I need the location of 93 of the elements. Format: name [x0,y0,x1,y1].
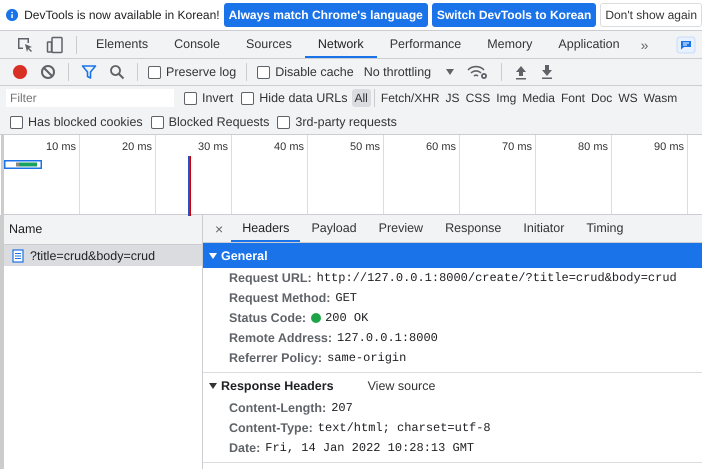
checkbox[interactable] [148,66,161,78]
header-value: same-origin [327,351,406,365]
column-header[interactable]: Name [4,215,202,245]
expand-triangle-icon [209,252,217,260]
header-name: Remote Address: [229,331,332,345]
time-tick-label: 90 ms [654,141,684,153]
checkbox-label[interactable]: Blocked Requests [168,115,270,129]
type-filter-button[interactable]: Doc [588,89,616,107]
header-value: 207 [331,401,353,415]
download-icon[interactable] [540,64,554,80]
section-header[interactable]: Response Headers View source [203,373,702,398]
clear-icon[interactable] [40,64,56,80]
header-name: Content-Length: [229,401,326,415]
view-source-link[interactable]: View source [368,378,436,392]
upload-icon[interactable] [514,64,528,80]
details-tab[interactable]: Preview [368,215,434,242]
device-toolbar-icon[interactable] [46,36,64,54]
header-value: text/html; charset=utf-8 [318,421,491,435]
header-value: 200 OK [325,311,368,325]
throttling-dropdown[interactable]: No throttling [364,65,456,79]
search-icon[interactable] [109,64,125,80]
inspect-element-icon[interactable] [16,36,34,54]
infobar-button[interactable]: Always match Chrome's language [224,3,428,27]
infobar-button[interactable]: Don't show again [600,3,702,27]
record-icon[interactable] [12,64,28,80]
details-tab[interactable]: Timing [575,215,634,242]
panel-tab[interactable]: Sources [232,31,305,58]
checkbox-label[interactable]: 3rd-party requests [295,115,397,129]
time-tick-label: 80 ms [578,141,608,153]
request-waterfall-bar [4,160,42,169]
panel-tab[interactable]: Elements [83,31,162,58]
panel-tab[interactable]: Memory [474,31,546,58]
type-filter-button[interactable]: Media [519,89,558,107]
checkbox[interactable] [184,92,197,104]
section-title: Response Headers [221,378,334,392]
panel-tab[interactable]: Console [161,31,233,58]
header-name: Request URL: [229,271,312,285]
time-tick-label: 50 ms [350,141,380,153]
details-tab[interactable]: Response [434,215,512,242]
checkbox[interactable] [277,116,290,128]
time-tick-label: 30 ms [198,141,228,153]
header-value: Fri, 14 Jan 2022 10:28:13 GMT [265,441,474,455]
header-name: Referrer Policy: [229,351,322,365]
info-icon [6,7,18,23]
section-header[interactable]: General [203,243,702,268]
load-marker-line [188,156,191,216]
panel-tab[interactable]: Performance [376,31,474,58]
section-title: General [221,248,268,262]
infobar-message: DevTools is now available in Korean! [24,8,220,22]
document-icon [12,248,24,262]
time-tick-label: 20 ms [122,141,152,153]
time-tick-label: 70 ms [502,141,532,153]
header-value: 127.0.0.1:8000 [337,331,438,345]
details-tab[interactable]: Payload [300,215,368,242]
header-name: Date: [229,441,260,455]
checkbox[interactable] [10,116,23,128]
expand-triangle-icon [209,382,217,390]
header-value: http://127.0.0.1:8000/create/?title=crud&body=crud [316,271,677,285]
type-filter-button[interactable]: All [352,89,371,107]
type-filter-button[interactable]: Fetch/XHR [378,89,443,107]
close-button[interactable]: × [207,220,232,236]
checkbox-label[interactable]: Preserve log [166,65,236,79]
checkbox-label[interactable]: Invert [202,91,234,105]
type-filter-button[interactable]: Wasm [640,89,680,107]
time-tick-label: 60 ms [426,141,456,153]
infobar-button[interactable]: Switch DevTools to Korean [432,3,596,27]
header-value: GET [335,291,357,305]
chat-icon[interactable] [676,36,696,54]
checkbox-label[interactable]: Hide data URLs [259,91,348,105]
header-name: Request Method: [229,291,330,305]
details-tab[interactable]: Initiator [512,215,576,242]
request-name[interactable]: ?title=crud&body=crud [30,248,156,262]
filter-input[interactable]: Filter [6,89,174,107]
filter-icon[interactable] [81,64,97,80]
type-filter-button[interactable]: Font [558,89,588,107]
type-filter-button[interactable]: JS [442,89,463,107]
checkbox[interactable] [257,66,270,78]
network-conditions-icon[interactable] [467,64,490,80]
checkbox-label[interactable]: Has blocked cookies [28,115,143,129]
time-tick-label: 40 ms [274,141,304,153]
checkbox-label[interactable]: Disable cache [275,65,354,79]
more-tabs-button[interactable]: » [632,36,656,52]
type-filter-button[interactable]: WS [615,89,641,107]
checkbox[interactable] [150,116,164,128]
time-tick-label: 10 ms [46,141,76,153]
dropdown-caret-icon [445,68,456,76]
checkbox[interactable] [241,92,254,104]
panel-tab[interactable]: Application [545,31,633,58]
type-filter-button[interactable]: CSS [462,89,494,107]
header-name: Status Code: [229,311,306,325]
header-name: Content-Type: [229,421,313,435]
request-row[interactable]: ?title=crud&body=crud [4,245,202,266]
type-filter-button[interactable]: Img [493,89,520,107]
